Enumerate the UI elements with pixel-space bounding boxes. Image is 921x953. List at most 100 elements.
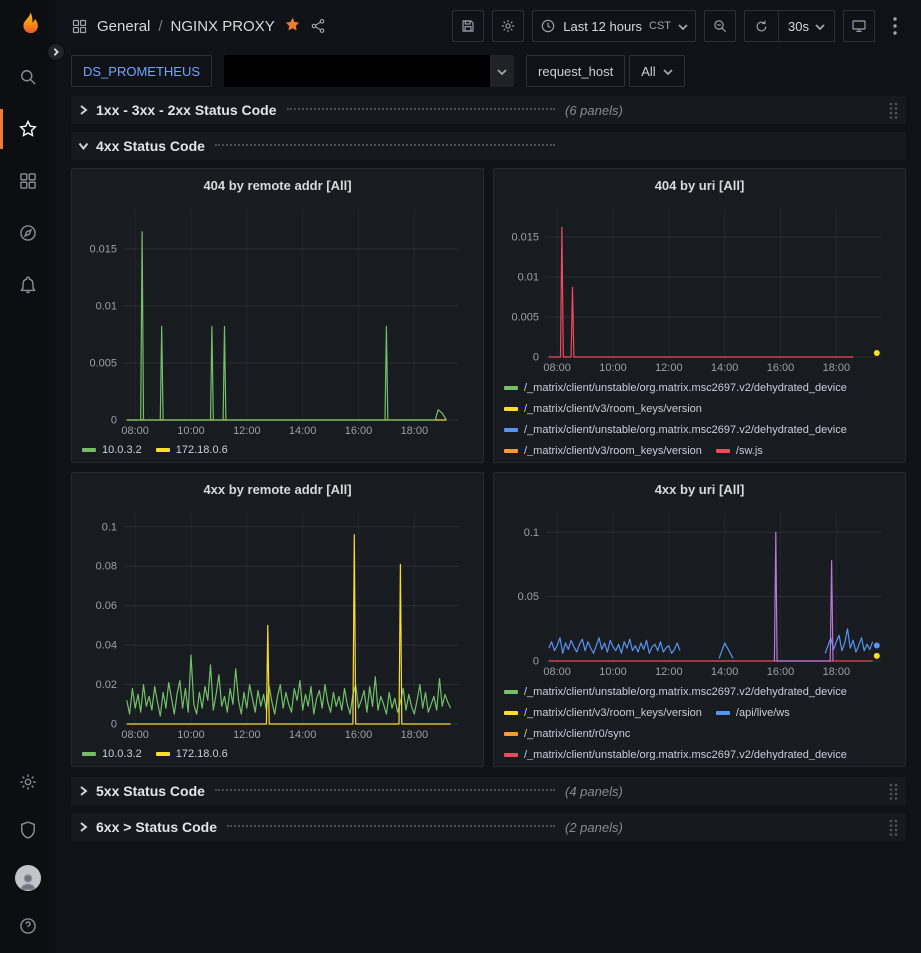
legend-series-label: /_matrix/client/unstable/org.matrix.msc2… xyxy=(524,686,847,698)
dashboard-title[interactable]: NGINX PROXY xyxy=(171,18,275,35)
time-series-chart[interactable]: 08:0010:0012:0014:0016:0018:0000.050.1 xyxy=(504,503,895,679)
legend-series-label: /_matrix/client/v3/room_keys/version xyxy=(524,445,702,456)
svg-text:12:00: 12:00 xyxy=(655,666,683,678)
save-icon xyxy=(460,18,476,34)
sidebar-item-starred[interactable] xyxy=(0,116,55,142)
legend-series-marker xyxy=(504,690,518,694)
panel-title[interactable]: 404 by remote addr [All] xyxy=(82,173,473,199)
legend-item[interactable]: /api/live/ws xyxy=(716,707,790,719)
legend-series-marker xyxy=(716,449,730,453)
legend-series-marker xyxy=(504,711,518,715)
legend-item[interactable]: /_matrix/client/unstable/org.matrix.msc2… xyxy=(504,424,847,436)
tv-mode-button[interactable] xyxy=(843,10,875,42)
caret-down-icon xyxy=(678,19,688,34)
panel-legend: 10.0.3.2 172.18.0.6 xyxy=(82,438,473,456)
time-series-chart[interactable]: 08:0010:0012:0014:0016:0018:0000.0050.01… xyxy=(82,199,473,438)
row-dotted-leader xyxy=(227,825,555,827)
legend-item[interactable]: 10.0.3.2 xyxy=(82,748,142,760)
legend-series-marker xyxy=(504,428,518,432)
legend-series-label: /_matrix/client/v3/room_keys/version xyxy=(524,403,702,415)
time-zone-label: CST xyxy=(649,20,671,32)
request-host-select[interactable]: All xyxy=(629,55,684,87)
panel-404-by-uri: 404 by uri [All] 08:0010:0012:0014:0016:… xyxy=(493,168,906,463)
time-range-picker[interactable]: Last 12 hours CST xyxy=(532,10,696,42)
row-drag-handle[interactable] xyxy=(888,782,900,800)
time-series-chart[interactable]: 08:0010:0012:0014:0016:0018:0000.0050.01… xyxy=(504,199,895,375)
svg-text:0.01: 0.01 xyxy=(96,300,117,312)
svg-text:16:00: 16:00 xyxy=(345,729,373,741)
refresh-dashboard-button[interactable] xyxy=(745,11,778,41)
favorite-star-button[interactable] xyxy=(284,16,301,36)
sidebar-item-help[interactable] xyxy=(0,913,55,939)
legend-item[interactable]: 172.18.0.6 xyxy=(156,748,228,760)
sidebar-item-configuration[interactable] xyxy=(0,769,55,795)
share-icon[interactable] xyxy=(310,18,326,34)
panel-title[interactable]: 404 by uri [All] xyxy=(504,173,895,199)
row-drag-handle[interactable] xyxy=(888,101,900,119)
row-panel-count: (4 panels) xyxy=(565,784,623,799)
svg-text:18:00: 18:00 xyxy=(823,362,851,374)
time-series-chart[interactable]: 08:0010:0012:0014:0016:0018:0000.020.040… xyxy=(82,503,473,742)
chart-area[interactable]: 08:0010:0012:0014:0016:0018:0000.050.1 xyxy=(504,503,895,680)
legend-item[interactable]: /_matrix/client/r0/sync xyxy=(504,728,630,740)
row-4xx[interactable]: 4xx Status Code xyxy=(71,132,906,160)
sidebar-item-search[interactable] xyxy=(0,64,55,90)
legend-item[interactable]: 10.0.3.2 xyxy=(82,444,142,456)
legend-item[interactable]: /_matrix/client/unstable/org.matrix.msc2… xyxy=(504,686,847,698)
legend-item[interactable]: /_matrix/client/v3/room_keys/version xyxy=(504,445,702,456)
svg-text:18:00: 18:00 xyxy=(823,666,851,678)
gear-icon xyxy=(18,772,38,792)
chart-area[interactable]: 08:0010:0012:0014:0016:0018:0000.020.040… xyxy=(82,503,473,742)
sidebar-expand-button[interactable] xyxy=(47,43,65,61)
legend-series-label: /sw.js xyxy=(736,445,763,456)
gear-icon xyxy=(500,18,516,34)
refresh-interval-select[interactable]: 30s xyxy=(778,11,834,41)
legend-item[interactable]: /_matrix/client/v3/room_keys/version xyxy=(504,403,702,415)
bell-icon xyxy=(18,275,38,295)
chevron-right-icon xyxy=(79,786,88,796)
svg-text:0.02: 0.02 xyxy=(96,679,117,691)
sidebar-item-alerting[interactable] xyxy=(0,272,55,298)
panel-legend: /_matrix/client/unstable/org.matrix.msc2… xyxy=(504,376,895,456)
datasource-variable-label[interactable]: DS_PROMETHEUS xyxy=(71,55,212,87)
more-options-button[interactable] xyxy=(883,10,907,42)
sidebar-item-server-admin[interactable] xyxy=(0,817,55,843)
panel-title[interactable]: 4xx by uri [All] xyxy=(504,477,895,503)
row-6xx[interactable]: 6xx > Status Code (2 panels) xyxy=(71,813,906,841)
row-5xx[interactable]: 5xx Status Code (4 panels) xyxy=(71,777,906,805)
svg-text:10:00: 10:00 xyxy=(177,729,205,741)
row-panel-count: (6 panels) xyxy=(565,103,623,118)
legend-series-label: /_matrix/client/unstable/org.matrix.msc2… xyxy=(524,382,847,394)
panel-title[interactable]: 4xx by remote addr [All] xyxy=(82,477,473,503)
request-host-label[interactable]: request_host xyxy=(526,55,625,87)
breadcrumb-folder[interactable]: General xyxy=(97,18,150,35)
grafana-logo[interactable] xyxy=(12,10,44,42)
legend-item[interactable]: /_matrix/client/v3/room_keys/version xyxy=(504,707,702,719)
legend-item[interactable]: 172.18.0.6 xyxy=(156,444,228,456)
zoom-out-time-button[interactable] xyxy=(704,10,736,42)
legend-series-marker xyxy=(504,407,518,411)
request-host-variable: request_host All xyxy=(526,55,685,87)
chart-area[interactable]: 08:0010:0012:0014:0016:0018:0000.0050.01… xyxy=(82,199,473,438)
dashboard-settings-button[interactable] xyxy=(492,10,524,42)
legend-item[interactable]: /_matrix/client/unstable/org.matrix.msc2… xyxy=(504,382,847,394)
svg-text:0.005: 0.005 xyxy=(511,311,539,323)
svg-text:12:00: 12:00 xyxy=(655,362,683,374)
row-1xx-3xx-2xx[interactable]: 1xx - 3xx - 2xx Status Code (6 panels) xyxy=(71,96,906,124)
row-drag-handle[interactable] xyxy=(888,818,900,836)
legend-series-label: 172.18.0.6 xyxy=(176,748,228,760)
sidebar-item-explore[interactable] xyxy=(0,220,55,246)
svg-text:0: 0 xyxy=(111,718,117,730)
sidebar-item-profile[interactable] xyxy=(0,865,55,891)
datasource-variable-select[interactable] xyxy=(224,55,514,87)
save-dashboard-button[interactable] xyxy=(452,10,484,42)
legend-item[interactable]: /sw.js xyxy=(716,445,763,456)
chart-area[interactable]: 08:0010:0012:0014:0016:0018:0000.0050.01… xyxy=(504,199,895,376)
legend-series-marker xyxy=(156,752,170,756)
shield-icon xyxy=(18,820,38,840)
sidebar-item-dashboards[interactable] xyxy=(0,168,55,194)
clock-icon xyxy=(540,18,556,34)
legend-series-label: /_matrix/client/r0/sync xyxy=(524,728,630,740)
legend-series-marker xyxy=(504,753,518,757)
legend-item[interactable]: /_matrix/client/unstable/org.matrix.msc2… xyxy=(504,749,847,760)
